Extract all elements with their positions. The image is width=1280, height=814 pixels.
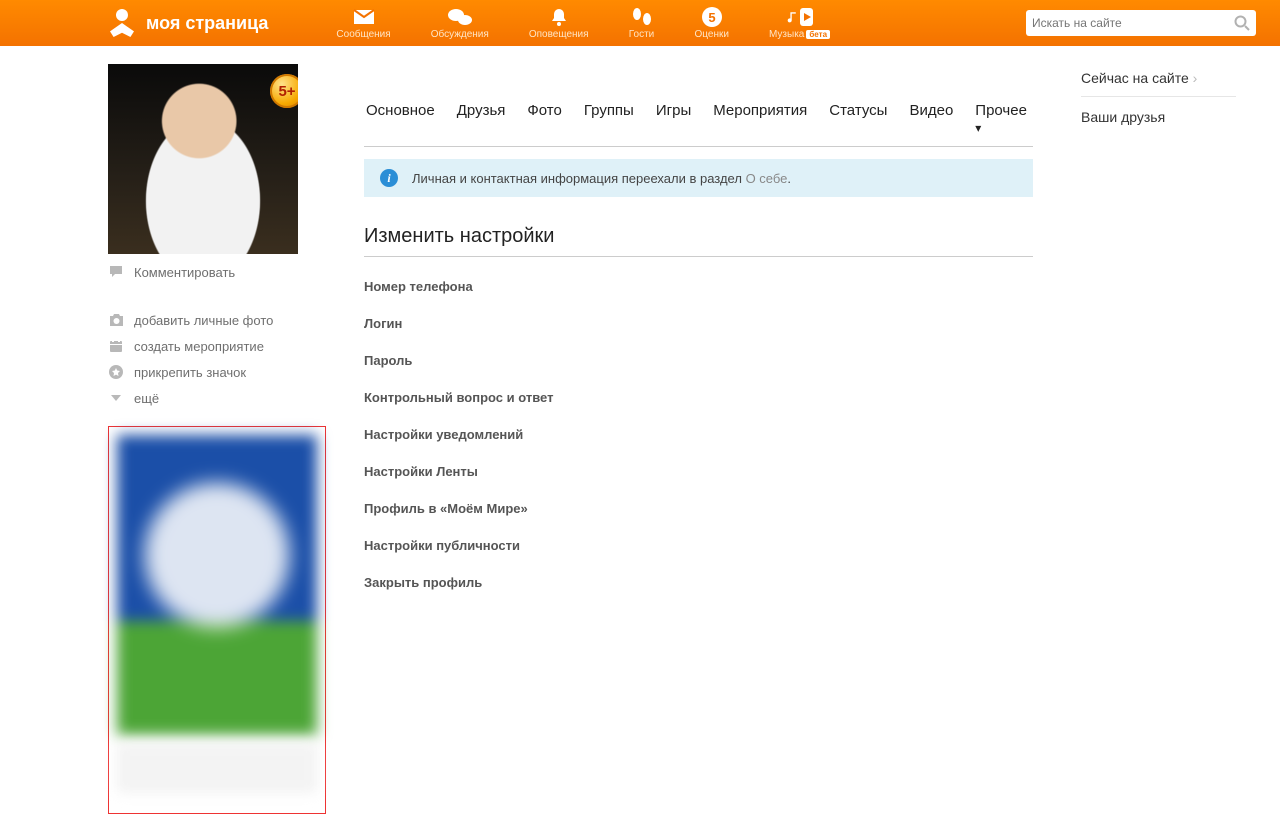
music-icon (787, 7, 813, 27)
five-circle-icon: 5 (699, 7, 725, 27)
nav-music[interactable]: Музыкабета (769, 7, 830, 40)
setting-security-question[interactable]: Контрольный вопрос и ответ (364, 390, 1033, 405)
action-label: добавить личные фото (134, 313, 273, 328)
about-link[interactable]: О себе (746, 171, 788, 186)
ad-image (117, 435, 317, 735)
comment-link[interactable]: Комментировать (108, 264, 316, 280)
your-friends-heading: Ваши друзья (1081, 109, 1236, 125)
tab-friends[interactable]: Друзья (457, 102, 506, 136)
nav-notifications[interactable]: Оповещения (529, 7, 589, 40)
attach-badge-link[interactable]: прикрепить значок (108, 364, 316, 380)
tab-groups[interactable]: Группы (584, 102, 634, 136)
calendar-icon (108, 338, 124, 354)
star-circle-icon (108, 364, 124, 380)
nav-label: Оповещения (529, 29, 589, 40)
left-sidebar: 5+ Комментировать добавить личные фото с… (108, 64, 316, 814)
info-text: Личная и контактная информация переехали… (412, 171, 791, 186)
setting-moimir-profile[interactable]: Профиль в «Моём Мире» (364, 501, 1033, 516)
settings-list: Номер телефона Логин Пароль Контрольный … (364, 279, 1033, 590)
setting-phone[interactable]: Номер телефона (364, 279, 1033, 294)
tab-statuses[interactable]: Статусы (829, 102, 887, 136)
nav-messages[interactable]: Сообщения (336, 7, 390, 40)
nav-label: Музыкабета (769, 29, 830, 40)
setting-feed[interactable]: Настройки Ленты (364, 464, 1033, 479)
footsteps-icon (629, 7, 655, 27)
settings-heading: Изменить настройки (364, 225, 1033, 257)
speech-bubble-icon (108, 264, 124, 280)
ad-text (117, 743, 317, 793)
chevron-right-icon: › (1193, 70, 1198, 86)
brand-text: моя страница (146, 13, 268, 34)
nav-label: Гости (629, 29, 654, 40)
comment-label: Комментировать (134, 265, 235, 280)
action-label: создать мероприятие (134, 339, 264, 354)
action-label: прикрепить значок (134, 365, 246, 380)
nav-guests[interactable]: Гости (629, 7, 655, 40)
setting-notifications[interactable]: Настройки уведомлений (364, 427, 1033, 442)
tab-events[interactable]: Мероприятия (713, 102, 807, 136)
chevron-down-icon (108, 390, 124, 406)
info-banner: i Личная и контактная информация перееха… (364, 159, 1033, 197)
more-actions-link[interactable]: ещё (108, 390, 316, 406)
add-photos-link[interactable]: добавить личные фото (108, 312, 316, 328)
camera-icon (108, 312, 124, 328)
top-navbar: моя страница Сообщения Обсуждения Оповещ… (0, 0, 1280, 46)
search-box[interactable] (1026, 10, 1256, 36)
tab-games[interactable]: Игры (656, 102, 691, 136)
tab-photo[interactable]: Фото (527, 102, 561, 136)
nav-label: Оценки (695, 29, 729, 40)
tab-main[interactable]: Основное (366, 102, 435, 136)
setting-privacy[interactable]: Настройки публичности (364, 538, 1033, 553)
right-sidebar: Сейчас на сайте › Ваши друзья (1081, 64, 1236, 814)
play-icon (800, 8, 812, 26)
tab-video[interactable]: Видео (909, 102, 953, 136)
svg-text:5: 5 (708, 10, 715, 25)
create-event-link[interactable]: создать мероприятие (108, 338, 316, 354)
action-label: ещё (134, 391, 159, 406)
brand-link[interactable]: моя страница (108, 9, 268, 37)
info-icon: i (380, 169, 398, 187)
profile-tabs: Основное Друзья Фото Группы Игры Меропри… (364, 102, 1033, 147)
bubbles-icon (447, 7, 473, 27)
nav-label: Сообщения (336, 29, 390, 40)
main-content: Основное Друзья Фото Группы Игры Меропри… (364, 64, 1033, 814)
nav-marks[interactable]: 5 Оценки (695, 7, 729, 40)
setting-close-profile[interactable]: Закрыть профиль (364, 575, 1033, 590)
search-icon[interactable] (1234, 15, 1250, 31)
nav-label: Обсуждения (431, 29, 489, 40)
bell-icon (546, 7, 572, 27)
rating-badge: 5+ (270, 74, 298, 108)
setting-password[interactable]: Пароль (364, 353, 1033, 368)
now-online-link[interactable]: Сейчас на сайте › (1081, 64, 1236, 97)
profile-avatar[interactable]: 5+ (108, 64, 298, 254)
tab-more[interactable]: Прочее (975, 102, 1031, 136)
nav-discussions[interactable]: Обсуждения (431, 7, 489, 40)
ok-logo-icon (108, 9, 136, 37)
setting-login[interactable]: Логин (364, 316, 1033, 331)
top-nav-icons: Сообщения Обсуждения Оповещения Гости 5 … (336, 7, 830, 40)
envelope-icon (351, 7, 377, 27)
ad-banner[interactable] (108, 426, 326, 814)
search-input[interactable] (1032, 16, 1234, 30)
